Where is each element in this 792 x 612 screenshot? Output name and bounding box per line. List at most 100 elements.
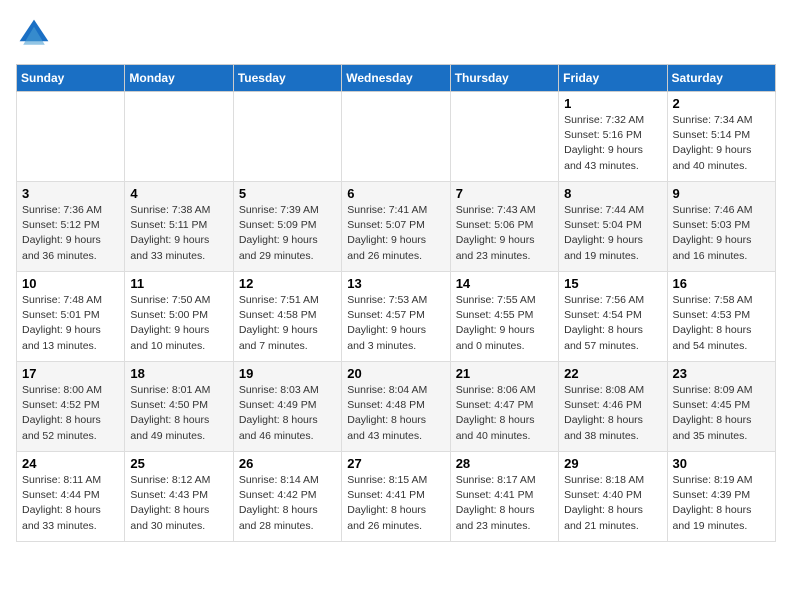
- day-info: Sunrise: 7:58 AM Sunset: 4:53 PM Dayligh…: [673, 293, 770, 354]
- day-number: 11: [130, 276, 227, 291]
- day-number: 23: [673, 366, 770, 381]
- logo-icon: [16, 16, 52, 52]
- week-row-3: 17Sunrise: 8:00 AM Sunset: 4:52 PM Dayli…: [17, 362, 776, 452]
- day-number: 8: [564, 186, 661, 201]
- day-info: Sunrise: 8:11 AM Sunset: 4:44 PM Dayligh…: [22, 473, 119, 534]
- day-number: 21: [456, 366, 553, 381]
- day-cell: [233, 92, 341, 182]
- day-info: Sunrise: 7:44 AM Sunset: 5:04 PM Dayligh…: [564, 203, 661, 264]
- day-cell: 1 Sunrise: 7:32 AM Sunset: 5:16 PM Daylig…: [559, 92, 667, 182]
- day-cell: 3 Sunrise: 7:36 AM Sunset: 5:12 PM Daylig…: [17, 182, 125, 272]
- day-info: Sunrise: 7:38 AM Sunset: 5:11 PM Dayligh…: [130, 203, 227, 264]
- header-monday: Monday: [125, 65, 233, 92]
- day-info: Sunrise: 8:09 AM Sunset: 4:45 PM Dayligh…: [673, 383, 770, 444]
- day-info: Sunrise: 7:48 AM Sunset: 5:01 PM Dayligh…: [22, 293, 119, 354]
- day-number: 12: [239, 276, 336, 291]
- day-cell: 22 Sunrise: 8:08 AM Sunset: 4:46 PM Dayli…: [559, 362, 667, 452]
- day-cell: 4 Sunrise: 7:38 AM Sunset: 5:11 PM Daylig…: [125, 182, 233, 272]
- day-cell: 28Sunrise: 8:17 AM Sunset: 4:41 PM Dayli…: [450, 452, 558, 542]
- day-number: 1: [564, 96, 661, 111]
- day-cell: 26 Sunrise: 8:14 AM Sunset: 4:42 PM Dayli…: [233, 452, 341, 542]
- day-number: 25: [130, 456, 227, 471]
- day-number: 19: [239, 366, 336, 381]
- day-cell: [17, 92, 125, 182]
- day-cell: [125, 92, 233, 182]
- day-number: 26: [239, 456, 336, 471]
- day-info: Sunrise: 8:15 AM Sunset: 4:41 PM Dayligh…: [347, 473, 444, 534]
- day-cell: 16 Sunrise: 7:58 AM Sunset: 4:53 PM Dayli…: [667, 272, 775, 362]
- header-thursday: Thursday: [450, 65, 558, 92]
- day-cell: 27Sunrise: 8:15 AM Sunset: 4:41 PM Dayli…: [342, 452, 450, 542]
- day-cell: [450, 92, 558, 182]
- day-number: 22: [564, 366, 661, 381]
- day-number: 10: [22, 276, 119, 291]
- day-number: 4: [130, 186, 227, 201]
- day-number: 30: [673, 456, 770, 471]
- day-info: Sunrise: 7:41 AM Sunset: 5:07 PM Dayligh…: [347, 203, 444, 264]
- header-friday: Friday: [559, 65, 667, 92]
- day-info: Sunrise: 8:14 AM Sunset: 4:42 PM Dayligh…: [239, 473, 336, 534]
- day-number: 15: [564, 276, 661, 291]
- day-cell: 29 Sunrise: 8:18 AM Sunset: 4:40 PM Dayli…: [559, 452, 667, 542]
- day-number: 7: [456, 186, 553, 201]
- day-info: Sunrise: 8:08 AM Sunset: 4:46 PM Dayligh…: [564, 383, 661, 444]
- day-number: 18: [130, 366, 227, 381]
- day-info: Sunrise: 7:56 AM Sunset: 4:54 PM Dayligh…: [564, 293, 661, 354]
- day-cell: 6 Sunrise: 7:41 AM Sunset: 5:07 PM Daylig…: [342, 182, 450, 272]
- day-cell: 30 Sunrise: 8:19 AM Sunset: 4:39 PM Dayli…: [667, 452, 775, 542]
- day-number: 2: [673, 96, 770, 111]
- day-cell: 14 Sunrise: 7:55 AM Sunset: 4:55 PM Dayli…: [450, 272, 558, 362]
- day-cell: 21 Sunrise: 8:06 AM Sunset: 4:47 PM Dayli…: [450, 362, 558, 452]
- day-cell: [342, 92, 450, 182]
- day-info: Sunrise: 8:12 AM Sunset: 4:43 PM Dayligh…: [130, 473, 227, 534]
- day-info: Sunrise: 7:53 AM Sunset: 4:57 PM Dayligh…: [347, 293, 444, 354]
- day-cell: 12 Sunrise: 7:51 AM Sunset: 4:58 PM Dayli…: [233, 272, 341, 362]
- header-wednesday: Wednesday: [342, 65, 450, 92]
- day-info: Sunrise: 7:36 AM Sunset: 5:12 PM Dayligh…: [22, 203, 119, 264]
- day-cell: 8 Sunrise: 7:44 AM Sunset: 5:04 PM Daylig…: [559, 182, 667, 272]
- day-info: Sunrise: 7:51 AM Sunset: 4:58 PM Dayligh…: [239, 293, 336, 354]
- day-number: 9: [673, 186, 770, 201]
- week-row-2: 10 Sunrise: 7:48 AM Sunset: 5:01 PM Dayli…: [17, 272, 776, 362]
- day-info: Sunrise: 7:46 AM Sunset: 5:03 PM Dayligh…: [673, 203, 770, 264]
- day-cell: 11 Sunrise: 7:50 AM Sunset: 5:00 PM Dayli…: [125, 272, 233, 362]
- day-info: Sunrise: 8:06 AM Sunset: 4:47 PM Dayligh…: [456, 383, 553, 444]
- week-row-4: 24Sunrise: 8:11 AM Sunset: 4:44 PM Dayli…: [17, 452, 776, 542]
- week-row-1: 3 Sunrise: 7:36 AM Sunset: 5:12 PM Daylig…: [17, 182, 776, 272]
- day-info: Sunrise: 8:03 AM Sunset: 4:49 PM Dayligh…: [239, 383, 336, 444]
- day-number: 13: [347, 276, 444, 291]
- day-cell: 23 Sunrise: 8:09 AM Sunset: 4:45 PM Dayli…: [667, 362, 775, 452]
- day-cell: 7 Sunrise: 7:43 AM Sunset: 5:06 PM Daylig…: [450, 182, 558, 272]
- day-cell: 20 Sunrise: 8:04 AM Sunset: 4:48 PM Dayli…: [342, 362, 450, 452]
- week-row-0: 1 Sunrise: 7:32 AM Sunset: 5:16 PM Daylig…: [17, 92, 776, 182]
- day-info: Sunrise: 7:55 AM Sunset: 4:55 PM Dayligh…: [456, 293, 553, 354]
- day-cell: 19 Sunrise: 8:03 AM Sunset: 4:49 PM Dayli…: [233, 362, 341, 452]
- day-number: 6: [347, 186, 444, 201]
- day-cell: 9 Sunrise: 7:46 AM Sunset: 5:03 PM Daylig…: [667, 182, 775, 272]
- day-info: Sunrise: 8:04 AM Sunset: 4:48 PM Dayligh…: [347, 383, 444, 444]
- day-info: Sunrise: 7:39 AM Sunset: 5:09 PM Dayligh…: [239, 203, 336, 264]
- day-info: Sunrise: 7:32 AM Sunset: 5:16 PM Dayligh…: [564, 113, 661, 174]
- day-info: Sunrise: 8:00 AM Sunset: 4:52 PM Dayligh…: [22, 383, 119, 444]
- day-cell: 17Sunrise: 8:00 AM Sunset: 4:52 PM Dayli…: [17, 362, 125, 452]
- day-cell: 18Sunrise: 8:01 AM Sunset: 4:50 PM Dayli…: [125, 362, 233, 452]
- header-tuesday: Tuesday: [233, 65, 341, 92]
- calendar-header-row: SundayMondayTuesdayWednesdayThursdayFrid…: [17, 65, 776, 92]
- logo: [16, 16, 56, 52]
- day-number: 20: [347, 366, 444, 381]
- day-info: Sunrise: 7:50 AM Sunset: 5:00 PM Dayligh…: [130, 293, 227, 354]
- day-cell: 5 Sunrise: 7:39 AM Sunset: 5:09 PM Daylig…: [233, 182, 341, 272]
- day-info: Sunrise: 8:17 AM Sunset: 4:41 PM Dayligh…: [456, 473, 553, 534]
- day-info: Sunrise: 8:19 AM Sunset: 4:39 PM Dayligh…: [673, 473, 770, 534]
- header-sunday: Sunday: [17, 65, 125, 92]
- day-number: 14: [456, 276, 553, 291]
- day-cell: 24Sunrise: 8:11 AM Sunset: 4:44 PM Dayli…: [17, 452, 125, 542]
- day-number: 3: [22, 186, 119, 201]
- day-number: 16: [673, 276, 770, 291]
- day-cell: 2Sunrise: 7:34 AM Sunset: 5:14 PM Daylig…: [667, 92, 775, 182]
- day-cell: 10 Sunrise: 7:48 AM Sunset: 5:01 PM Dayli…: [17, 272, 125, 362]
- day-number: 29: [564, 456, 661, 471]
- day-number: 5: [239, 186, 336, 201]
- day-info: Sunrise: 8:18 AM Sunset: 4:40 PM Dayligh…: [564, 473, 661, 534]
- day-info: Sunrise: 7:43 AM Sunset: 5:06 PM Dayligh…: [456, 203, 553, 264]
